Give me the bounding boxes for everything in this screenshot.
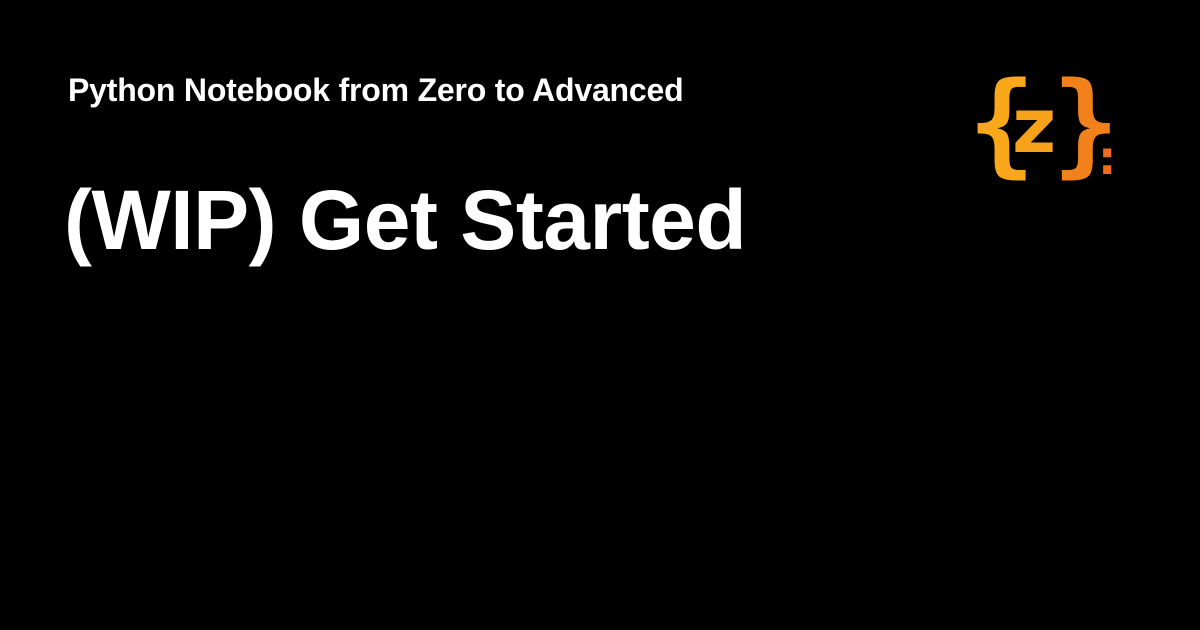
social-card: Python Notebook from Zero to Advanced (W…	[0, 0, 1200, 630]
page-title: (WIP) Get Started	[64, 173, 747, 267]
logo-letter: z	[1012, 81, 1056, 170]
series-subtitle: Python Notebook from Zero to Advanced	[68, 72, 684, 108]
logo-colon: :	[1098, 131, 1116, 184]
brand-logo: { z } :	[968, 60, 1119, 184]
